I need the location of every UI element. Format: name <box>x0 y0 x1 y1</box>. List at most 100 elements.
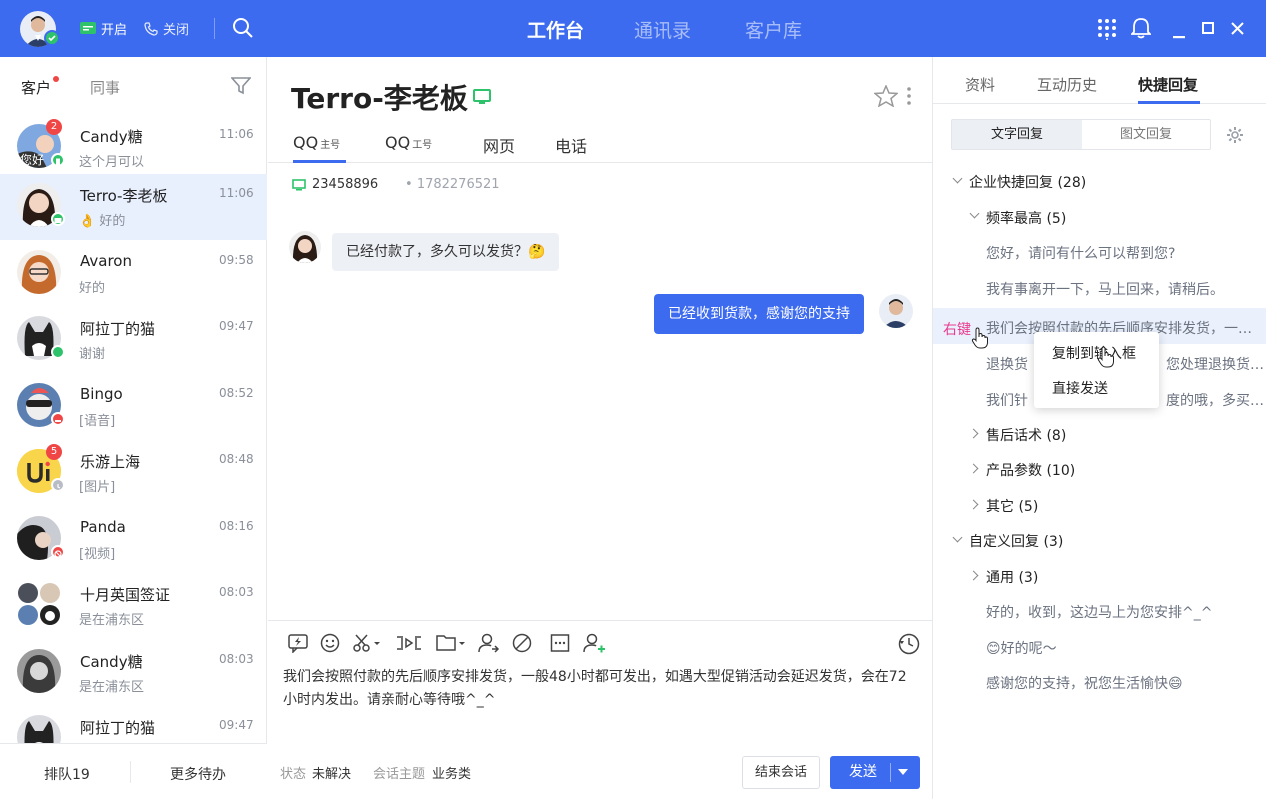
more-options-icon[interactable] <box>550 633 570 657</box>
contact-name: 十月英国签证 <box>80 586 171 604</box>
contact-item[interactable]: 您好 2 Candy糖 这个月可以 11:06 <box>0 115 267 181</box>
message-input[interactable]: 我们会按照付款的先后顺序安排发货，一般48小时都可发出，如遇大型促销活动会延迟发… <box>283 666 913 712</box>
video-icon[interactable] <box>396 633 422 657</box>
tab-phone[interactable]: 电话 <box>555 133 587 157</box>
contact-time: 11:06 <box>219 127 254 141</box>
chevron-down-icon[interactable] <box>969 208 980 219</box>
tab-web[interactable]: 网页 <box>483 133 515 157</box>
customer-avatar <box>289 231 321 263</box>
send-button[interactable]: 发送 <box>830 756 920 789</box>
tab-quick-reply[interactable]: 快捷回复 <box>1138 74 1198 95</box>
quick-reply-item[interactable]: 好的，收到，这边马上为您安排^_^ <box>986 602 1212 622</box>
search-icon[interactable] <box>232 17 254 43</box>
quick-reply-item-tail[interactable]: 您处理退换货… <box>1166 354 1264 374</box>
tab-interaction-history[interactable]: 互动历史 <box>1037 74 1097 95</box>
contact-item[interactable]: Avaron 好的 09:58 <box>0 241 267 307</box>
add-user-icon[interactable] <box>583 633 607 657</box>
quick-reply-item[interactable]: 😊好的呢～ <box>986 638 1057 658</box>
contact-item[interactable]: Candy糖 是在浦东区 08:03 <box>0 640 267 706</box>
chevron-right-icon[interactable] <box>968 428 979 439</box>
emoji-icon[interactable] <box>320 633 340 657</box>
contact-item[interactable]: Bingo [语音] 08:52 <box>0 374 267 440</box>
contact-item[interactable]: 阿拉丁的猫 09:47 <box>0 706 267 743</box>
quick-reply-item[interactable]: 我们针 <box>986 390 1028 410</box>
close-toggle[interactable]: 关闭 <box>144 19 189 38</box>
contact-item[interactable]: 5 乐游上海 [图片] 08:48 <box>0 440 267 506</box>
gear-icon[interactable] <box>1226 126 1244 148</box>
quick-reply-item[interactable]: 我有事离开一下，马上回来，请稍后。 <box>986 279 1224 299</box>
contact-last-message: 好的 <box>79 281 106 296</box>
quick-reply-icon[interactable] <box>288 633 308 657</box>
chevron-down-icon[interactable] <box>952 532 963 543</box>
menu-item-copy-to-input[interactable]: 复制到输入框 <box>1052 343 1136 363</box>
chevron-down-icon[interactable] <box>952 173 963 184</box>
bell-icon[interactable] <box>1129 17 1153 43</box>
open-toggle[interactable]: 开启 <box>80 19 127 38</box>
tree-group-custom[interactable]: 自定义回复 (3) <box>969 531 1063 551</box>
status-value[interactable]: 未解决 <box>312 763 351 782</box>
context-menu: 复制到输入框 直接发送 <box>1034 332 1159 408</box>
tree-folder-frequent[interactable]: 频率最高 (5) <box>986 208 1066 228</box>
maximize-icon[interactable] <box>1202 22 1214 38</box>
avatar <box>17 649 61 693</box>
screenshot-icon[interactable] <box>352 633 382 657</box>
desktop-online-icon <box>473 89 491 109</box>
incoming-message: 已经付款了，多久可以发货？🤔 <box>332 233 560 271</box>
menu-item-send-directly[interactable]: 直接发送 <box>1052 378 1108 398</box>
topic-value[interactable]: 业务类 <box>432 763 471 782</box>
phone-icon <box>144 21 158 36</box>
online-status-icon <box>51 345 65 359</box>
segment-rich-reply[interactable]: 图文回复 <box>1082 120 1210 149</box>
unread-dot <box>53 76 59 82</box>
contact-name: Avaron <box>80 252 132 270</box>
tab-contacts[interactable]: 通讯录 <box>634 16 691 43</box>
tab-workbench[interactable]: 工作台 <box>527 16 584 43</box>
tab-customer-library[interactable]: 客户库 <box>745 16 802 43</box>
queue-button[interactable]: 排队19 <box>44 764 90 784</box>
folder-icon[interactable] <box>436 633 468 657</box>
contact-item[interactable]: Panda [视频] 08:16 <box>0 507 267 573</box>
tab-colleagues[interactable]: 同事 <box>90 77 120 98</box>
contact-item-group[interactable]: 十月英国签证 是在浦东区 08:03 <box>0 573 267 639</box>
segment-text-reply[interactable]: 文字回复 <box>952 120 1082 149</box>
chevron-right-icon[interactable] <box>968 499 979 510</box>
desktop-status-icon <box>51 212 65 226</box>
tree-folder-other[interactable]: 其它 (5) <box>986 496 1038 516</box>
chevron-down-icon[interactable] <box>898 769 908 775</box>
dialpad-icon[interactable] <box>1097 18 1117 44</box>
history-icon[interactable] <box>898 633 920 659</box>
contact-time: 08:03 <box>219 652 254 666</box>
hand-cursor-icon <box>1097 346 1115 372</box>
tree-folder-general[interactable]: 通用 (3) <box>986 567 1038 587</box>
quick-reply-item[interactable]: 您好，请问有什么可以帮到您? <box>986 243 1175 263</box>
chevron-right-icon[interactable] <box>968 463 979 474</box>
online-status-icon <box>44 30 60 46</box>
tree-group-enterprise[interactable]: 企业快捷回复 (28) <box>969 172 1086 192</box>
tab-qq-main[interactable]: QQ 主号 <box>293 133 340 152</box>
contact-tabs: 客户 同事 <box>0 57 267 114</box>
quick-reply-item[interactable]: 退换货 <box>986 354 1028 374</box>
chat-panel: Terro-李老板 QQ 主号 QQ 工号 网页 电话 23458896 • 178… <box>268 57 932 799</box>
contact-item-selected[interactable]: Terro-李老板 👌 好的 11:06 <box>0 174 267 240</box>
contact-time: 11:06 <box>219 186 254 200</box>
star-icon[interactable] <box>873 84 899 111</box>
tree-folder-aftersales[interactable]: 售后话术 (8) <box>986 425 1066 445</box>
quick-reply-item-tail[interactable]: 度的哦，多买… <box>1166 390 1264 410</box>
more-todo-button[interactable]: 更多待办 <box>170 764 226 784</box>
tab-profile[interactable]: 资料 <box>965 74 995 95</box>
chevron-right-icon[interactable] <box>968 570 979 581</box>
tree-folder-product-params[interactable]: 产品参数 (10) <box>986 460 1075 480</box>
quick-reply-item[interactable]: 感谢您的支持，祝您生活愉快😄 <box>986 673 1183 693</box>
close-window-icon[interactable] <box>1231 22 1244 39</box>
transfer-user-icon[interactable] <box>478 633 500 657</box>
tab-customers[interactable]: 客户 <box>21 77 51 98</box>
end-session-button[interactable]: 结束会话 <box>742 756 820 789</box>
outgoing-message: 已经收到货款，感谢您的支持 <box>654 294 864 334</box>
minimize-icon[interactable] <box>1173 27 1185 43</box>
block-icon[interactable] <box>512 633 532 657</box>
avatar <box>17 250 61 294</box>
more-vertical-icon[interactable] <box>907 87 911 109</box>
contact-item[interactable]: 阿拉丁的猫 谢谢 09:47 <box>0 307 267 373</box>
filter-icon[interactable] <box>230 77 252 99</box>
tab-qq-work[interactable]: QQ 工号 <box>385 133 432 152</box>
